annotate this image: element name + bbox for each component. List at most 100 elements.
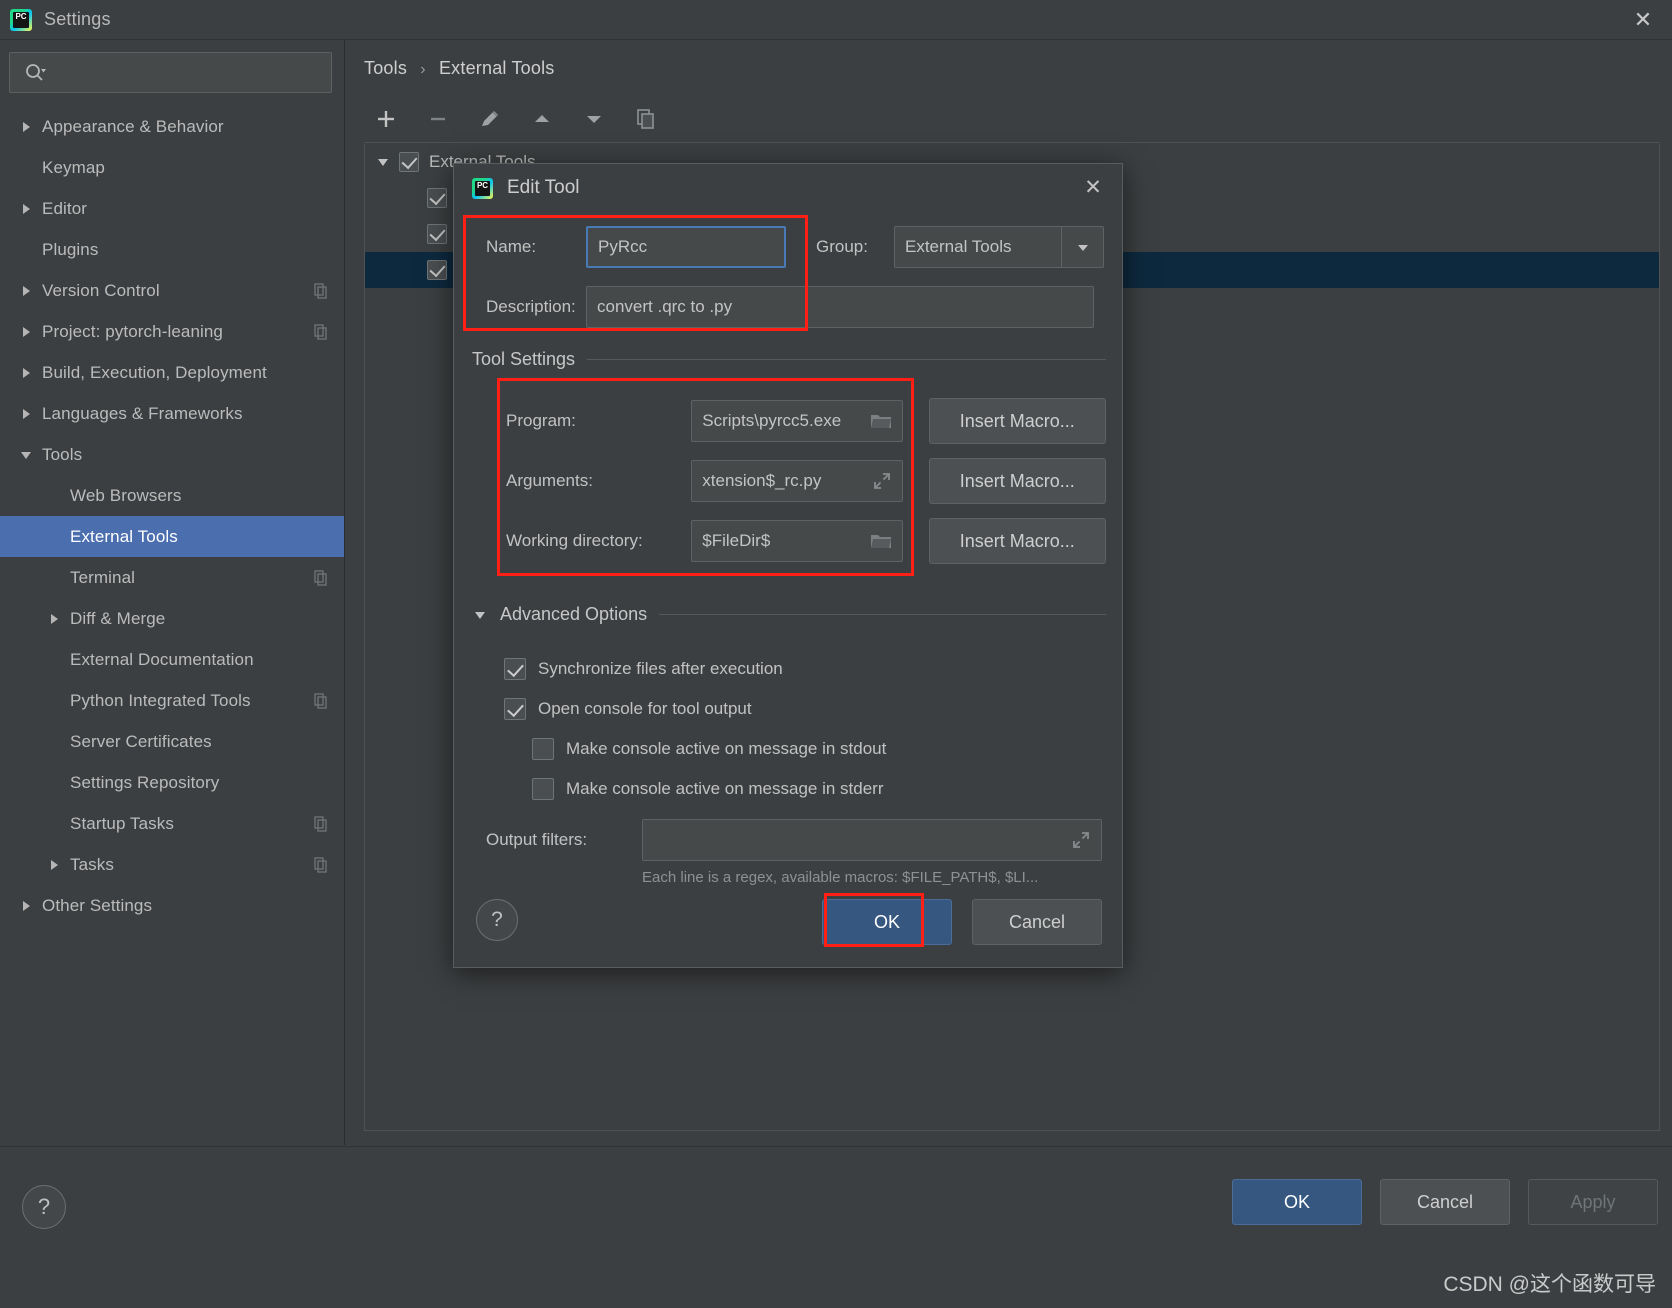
- sidebar-item-other-settings[interactable]: Other Settings: [0, 885, 344, 926]
- chevron-down-icon[interactable]: [373, 154, 393, 170]
- search-input[interactable]: [46, 63, 331, 82]
- row-checkbox[interactable]: [427, 188, 447, 208]
- sidebar-item-web-browsers[interactable]: Web Browsers: [0, 475, 344, 516]
- chevron-right-icon[interactable]: [18, 119, 34, 135]
- breadcrumb-current: External Tools: [438, 58, 555, 78]
- expand-icon[interactable]: [872, 471, 892, 491]
- pencil-icon[interactable]: [468, 99, 512, 139]
- pycharm-logo-icon: PC: [472, 177, 493, 199]
- chevron-right-icon[interactable]: [18, 406, 34, 422]
- description-label: Description:: [486, 297, 576, 316]
- row-checkbox[interactable]: [427, 260, 447, 280]
- chevron-down-icon[interactable]: [472, 607, 488, 623]
- sidebar-item-keymap[interactable]: Keymap: [0, 147, 344, 188]
- sidebar-item-editor[interactable]: Editor: [0, 188, 344, 229]
- chevron-right-icon[interactable]: [18, 365, 34, 381]
- sidebar-item-plugins[interactable]: Plugins: [0, 229, 344, 270]
- advanced-options-legend[interactable]: Advanced Options: [472, 604, 1106, 625]
- chevron-right-icon[interactable]: [18, 898, 34, 914]
- sidebar-item-external-tools[interactable]: External Tools: [0, 516, 344, 557]
- sidebar-item-tools[interactable]: Tools: [0, 434, 344, 475]
- working-directory-input[interactable]: $FileDir$: [691, 520, 903, 562]
- output-filters-input[interactable]: [642, 819, 1102, 861]
- sidebar-item-server-certificates[interactable]: Server Certificates: [0, 721, 344, 762]
- sidebar-item-build-execution-deployment[interactable]: Build, Execution, Deployment: [0, 352, 344, 393]
- chevron-right-icon[interactable]: [46, 611, 62, 627]
- row-checkbox[interactable]: [427, 224, 447, 244]
- advanced-option-row[interactable]: Synchronize files after execution: [504, 649, 1104, 689]
- divider: [587, 359, 1106, 360]
- dialog-cancel-button[interactable]: Cancel: [972, 899, 1102, 945]
- remove-button[interactable]: [416, 99, 460, 139]
- sidebar-item-settings-repository[interactable]: Settings Repository: [0, 762, 344, 803]
- group-label: Group:: [816, 237, 868, 256]
- dialog-ok-button[interactable]: OK: [822, 899, 952, 945]
- checkbox[interactable]: [532, 778, 554, 800]
- external-tools-toolbar: [364, 95, 1660, 143]
- divider: [659, 614, 1106, 615]
- sidebar-item-tasks[interactable]: Tasks: [0, 844, 344, 885]
- folder-icon[interactable]: [870, 412, 892, 430]
- checkbox-label: Open console for tool output: [538, 699, 752, 718]
- advanced-option-row[interactable]: Make console active on message in stdout: [532, 729, 1104, 769]
- group-select[interactable]: External Tools: [894, 226, 1104, 268]
- output-filters-label: Output filters:: [486, 830, 588, 849]
- arrow-up-icon[interactable]: [520, 99, 564, 139]
- breadcrumb-parent[interactable]: Tools: [364, 58, 407, 78]
- dialog-close-icon[interactable]: ✕: [1078, 172, 1108, 202]
- advanced-option-row[interactable]: Make console active on message in stderr: [532, 769, 1104, 809]
- dialog-help-icon[interactable]: ?: [476, 899, 518, 941]
- sidebar-item-python-integrated-tools[interactable]: Python Integrated Tools: [0, 680, 344, 721]
- footer-buttons: OK Cancel Apply: [1232, 1179, 1658, 1225]
- chevron-right-icon[interactable]: [18, 324, 34, 340]
- checkbox[interactable]: [532, 738, 554, 760]
- chevron-right-icon[interactable]: [46, 857, 62, 873]
- sidebar-item-diff-merge[interactable]: Diff & Merge: [0, 598, 344, 639]
- arguments-input[interactable]: xtension$_rc.py: [691, 460, 903, 502]
- sidebar-item-label: Settings Repository: [70, 772, 220, 792]
- root-checkbox[interactable]: [399, 152, 419, 172]
- sidebar-item-label: Diff & Merge: [70, 608, 166, 628]
- insert-macro-working-directory-button[interactable]: Insert Macro...: [928, 518, 1106, 564]
- chevron-down-icon[interactable]: [1061, 227, 1103, 267]
- edit-tool-dialog: PC Edit Tool ✕ Name: PyRcc Group: Extern…: [453, 163, 1123, 968]
- name-input[interactable]: PyRcc: [586, 226, 786, 268]
- program-input[interactable]: Scripts\pyrcc5.exe: [691, 400, 903, 442]
- chevron-down-icon[interactable]: [18, 447, 34, 463]
- cancel-button[interactable]: Cancel: [1380, 1179, 1510, 1225]
- settings-sidebar: Appearance & Behavior Keymap Editor Plugins…: [0, 40, 345, 1145]
- close-icon[interactable]: ✕: [1628, 6, 1658, 34]
- sidebar-item-terminal[interactable]: Terminal: [0, 557, 344, 598]
- folder-icon[interactable]: [870, 532, 892, 550]
- chevron-right-icon[interactable]: [18, 201, 34, 217]
- sidebar-item-languages-frameworks[interactable]: Languages & Frameworks: [0, 393, 344, 434]
- sidebar-item-appearance-behavior[interactable]: Appearance & Behavior: [0, 106, 344, 147]
- copy-icon[interactable]: [624, 99, 668, 139]
- sidebar-item-project-pytorch-leaning[interactable]: Project: pytorch-leaning: [0, 311, 344, 352]
- checkbox-label: Make console active on message in stdout: [566, 739, 887, 758]
- copy-icon[interactable]: [312, 323, 330, 341]
- pycharm-logo-icon: PC: [10, 8, 32, 31]
- expand-icon[interactable]: [1071, 830, 1091, 850]
- sidebar-item-label: Tools: [42, 444, 83, 464]
- chevron-right-icon[interactable]: [18, 283, 34, 299]
- search-box[interactable]: [9, 52, 332, 93]
- description-input[interactable]: convert .qrc to .py: [586, 286, 1094, 328]
- copy-icon[interactable]: [312, 282, 330, 300]
- arrow-down-icon[interactable]: [572, 99, 616, 139]
- add-button[interactable]: [364, 99, 408, 139]
- sidebar-item-startup-tasks[interactable]: Startup Tasks: [0, 803, 344, 844]
- insert-macro-arguments-button[interactable]: Insert Macro...: [928, 458, 1106, 504]
- copy-icon[interactable]: [312, 569, 330, 587]
- ok-button[interactable]: OK: [1232, 1179, 1362, 1225]
- checkbox[interactable]: [504, 658, 526, 680]
- copy-icon[interactable]: [312, 692, 330, 710]
- sidebar-item-external-documentation[interactable]: External Documentation: [0, 639, 344, 680]
- copy-icon[interactable]: [312, 856, 330, 874]
- advanced-option-row[interactable]: Open console for tool output: [504, 689, 1104, 729]
- insert-macro-program-button[interactable]: Insert Macro...: [928, 398, 1106, 444]
- copy-icon[interactable]: [312, 815, 330, 833]
- sidebar-item-version-control[interactable]: Version Control: [0, 270, 344, 311]
- help-icon[interactable]: ?: [22, 1185, 66, 1229]
- checkbox[interactable]: [504, 698, 526, 720]
